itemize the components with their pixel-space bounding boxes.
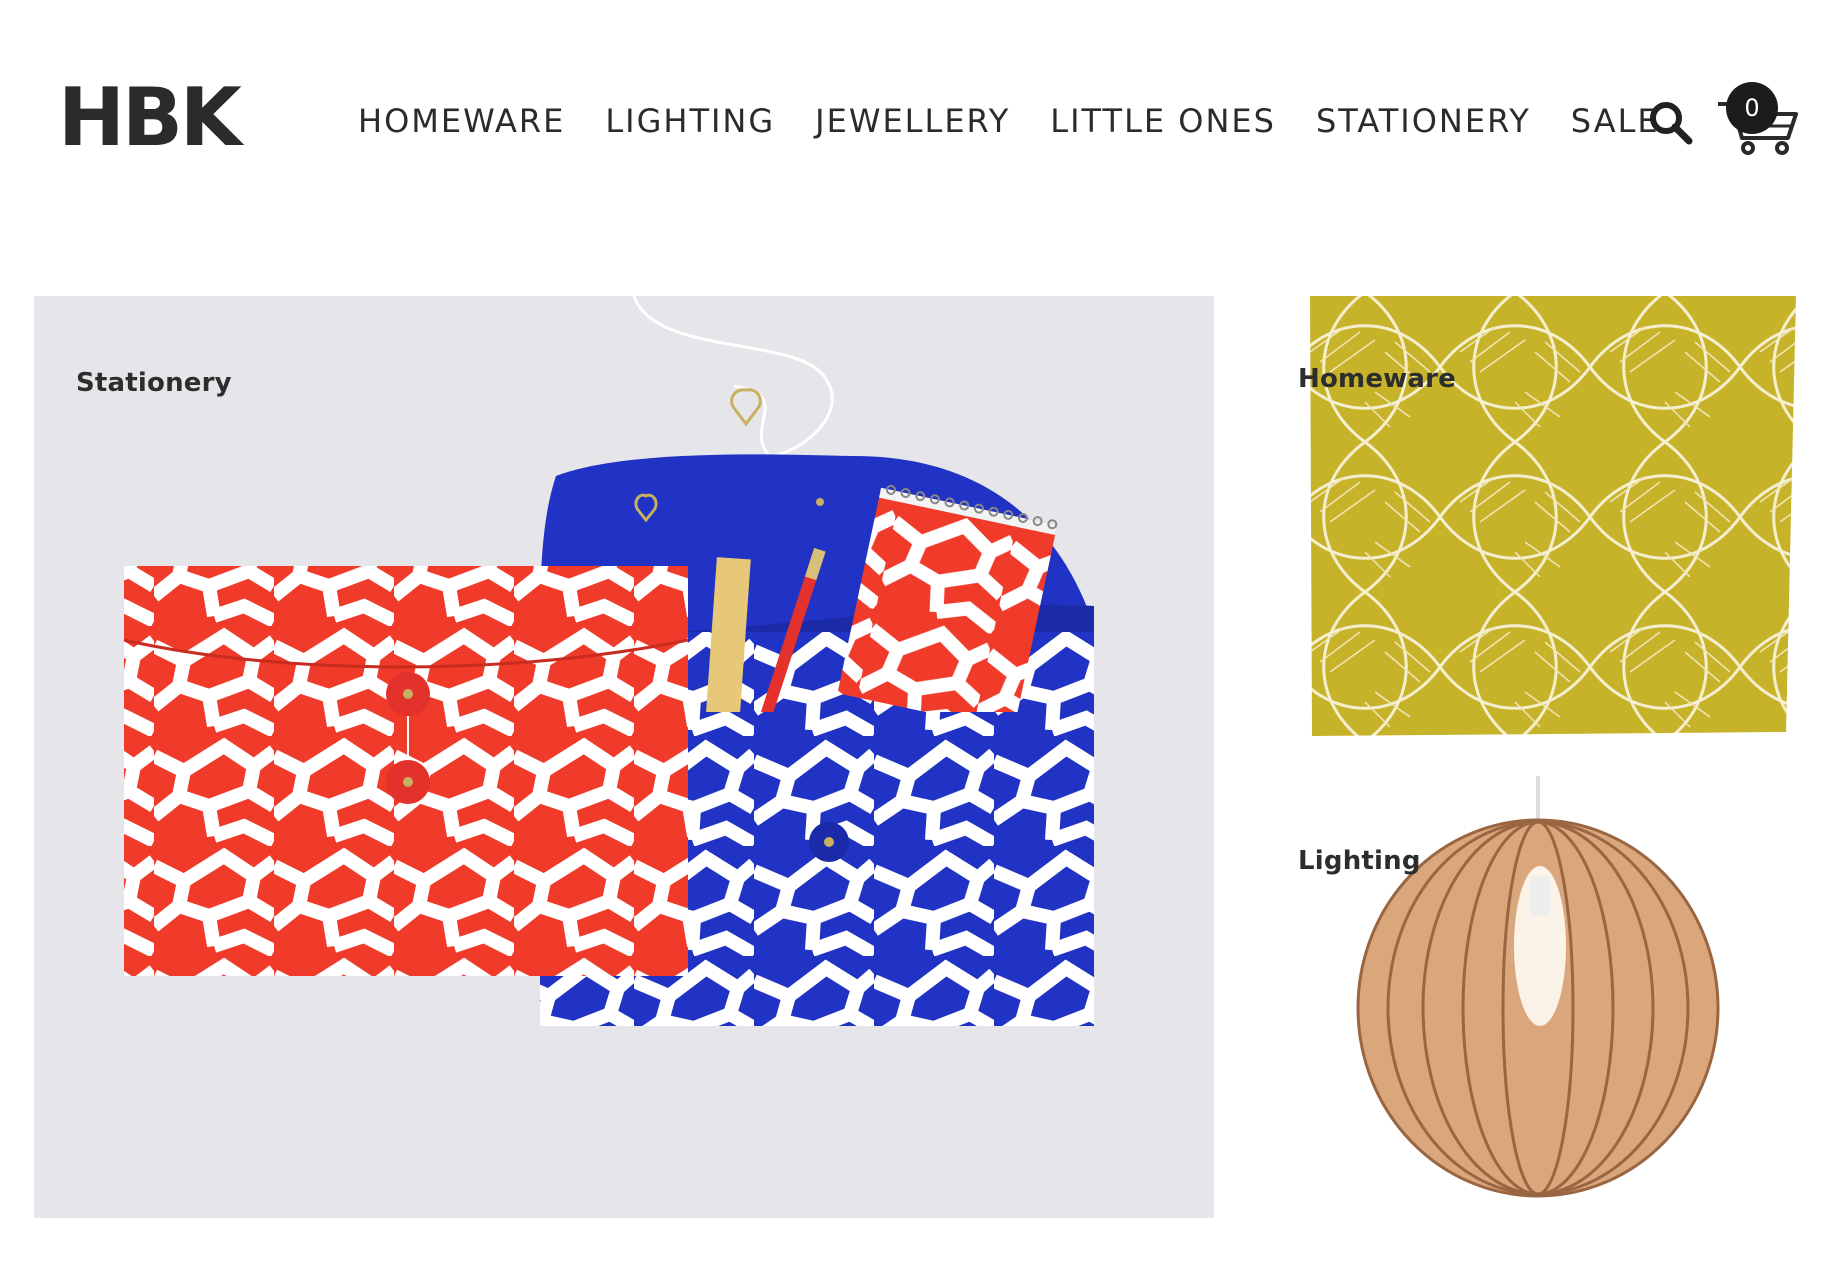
lighting-image bbox=[1356, 776, 1720, 1198]
tile-label-lighting: Lighting bbox=[1298, 846, 1421, 876]
nav-stationery[interactable]: STATIONERY bbox=[1316, 102, 1531, 140]
main-nav: HOMEWARE LIGHTING JEWELLERY LITTLE ONES … bbox=[358, 102, 1660, 140]
tile-label-homeware: Homeware bbox=[1298, 364, 1456, 394]
tile-lighting[interactable]: Lighting bbox=[1290, 776, 1810, 1216]
cart-count-badge: 0 bbox=[1726, 82, 1778, 134]
search-icon bbox=[1650, 102, 1693, 145]
nav-jewellery[interactable]: JEWELLERY bbox=[815, 102, 1010, 140]
stationery-image bbox=[123, 296, 1094, 1026]
nav-lighting[interactable]: LIGHTING bbox=[605, 102, 775, 140]
tile-label-stationery: Stationery bbox=[76, 368, 232, 398]
tile-homeware[interactable]: Homeware bbox=[1290, 292, 1810, 742]
tile-stationery[interactable]: Stationery bbox=[34, 296, 1214, 1218]
nav-sale[interactable]: SALE bbox=[1571, 102, 1660, 140]
nav-homeware[interactable]: HOMEWARE bbox=[358, 102, 565, 140]
search-button[interactable] bbox=[1648, 100, 1694, 146]
homeware-image bbox=[1310, 296, 1796, 736]
logo[interactable]: HBK bbox=[58, 78, 242, 158]
nav-little-ones[interactable]: LITTLE ONES bbox=[1050, 102, 1276, 140]
